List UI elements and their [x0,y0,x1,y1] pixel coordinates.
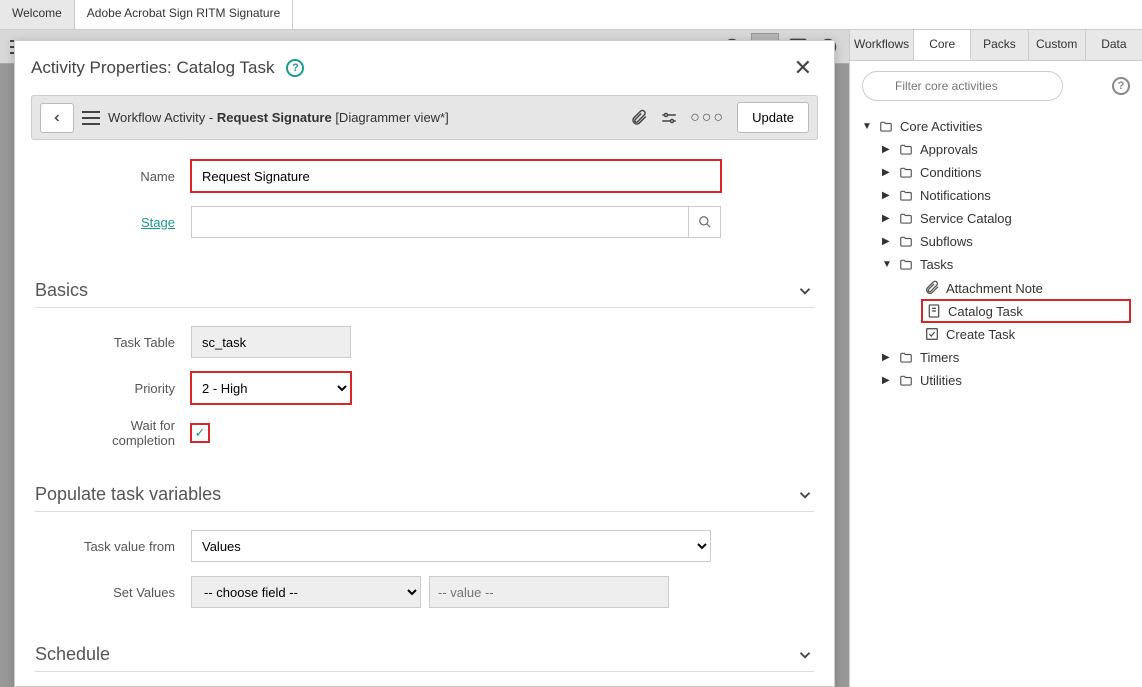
arrow-right-icon: ▶ [882,190,894,201]
tree-timers[interactable]: ▶ Timers [882,346,1130,369]
section-schedule-header[interactable]: Schedule [35,644,814,672]
tree-label: Create Task [946,327,1015,342]
tree-catalog-task[interactable]: Catalog Task [922,300,1130,322]
wait-for-completion-checkbox[interactable]: ✓ [191,424,209,442]
tab-adobe-sign[interactable]: Adobe Acrobat Sign RITM Signature [75,0,293,29]
back-button[interactable] [40,103,74,133]
activity-toolbar: Workflow Activity - Request Signature [D… [31,95,818,140]
arrow-down-icon: ▼ [882,259,894,270]
activity-properties-modal: Activity Properties: Catalog Task ? ✕ Wo… [14,40,835,687]
task-value-from-select[interactable]: Values [191,530,711,562]
arrow-right-icon: ▶ [882,352,894,363]
folder-icon [898,235,914,249]
tree-notifications[interactable]: ▶ Notifications [882,184,1130,207]
checkbox-icon [924,326,940,342]
attachment-icon[interactable] [630,109,648,127]
arrow-right-icon: ▶ [882,375,894,386]
tree-label: Catalog Task [948,304,1023,319]
tree-approvals[interactable]: ▶ Approvals [882,138,1130,161]
close-icon[interactable]: ✕ [788,55,818,81]
more-options-icon[interactable]: ○○○ [690,109,725,127]
tree-create-task[interactable]: Create Task [922,322,1130,346]
stage-input[interactable] [191,206,689,238]
tree-label: Utilities [920,373,962,388]
folder-icon [898,351,914,365]
name-input[interactable] [191,160,721,192]
task-value-from-label: Task value from [65,539,175,554]
task-icon [926,303,942,319]
folder-icon [898,189,914,203]
filter-activities-input[interactable] [862,71,1063,101]
settings-sliders-icon[interactable] [660,109,678,127]
stage-label[interactable]: Stage [65,215,175,230]
folder-icon [898,258,914,272]
tree-label: Notifications [920,188,991,203]
arrow-right-icon: ▶ [882,213,894,224]
section-populate-title: Populate task variables [35,484,221,505]
folder-icon [898,166,914,180]
section-basics-header[interactable]: Basics [35,280,814,308]
arrow-right-icon: ▶ [882,144,894,155]
priority-label: Priority [65,381,175,396]
task-table-input [191,326,351,358]
section-basics-title: Basics [35,280,88,301]
folder-icon [898,374,914,388]
wait-for-completion-label: Wait for completion [65,418,175,448]
folder-icon [898,212,914,226]
tab-packs[interactable]: Packs [971,30,1028,60]
update-button[interactable]: Update [737,102,809,133]
tree-label: Core Activities [900,119,982,134]
tab-custom[interactable]: Custom [1029,30,1086,60]
right-panel: Workflows Core Packs Custom Data ? ▼ Cor… [850,30,1142,687]
tree-core-activities[interactable]: ▼ Core Activities [862,115,1130,138]
chevron-down-icon [796,486,814,504]
section-schedule-title: Schedule [35,644,110,665]
chevron-down-icon [796,646,814,664]
tree-conditions[interactable]: ▶ Conditions [882,161,1130,184]
menu-icon[interactable] [82,111,100,125]
tree-subflows[interactable]: ▶ Subflows [882,230,1130,253]
tab-data[interactable]: Data [1086,30,1142,60]
tab-workflows[interactable]: Workflows [850,30,914,60]
set-values-value-input[interactable] [429,576,669,608]
activities-tree: ▼ Core Activities ▶ Approvals ▶ Conditio… [850,111,1142,404]
tree-label: Subflows [920,234,973,249]
name-label: Name [65,169,175,184]
chevron-down-icon [796,282,814,300]
tree-label: Conditions [920,165,981,180]
set-values-field-select[interactable]: -- choose field -- [191,576,421,608]
help-icon[interactable]: ? [286,59,304,77]
priority-select[interactable]: 2 - High [191,372,351,404]
modal-title: Activity Properties: Catalog Task [31,58,274,78]
tree-label: Timers [920,350,959,365]
tree-service-catalog[interactable]: ▶ Service Catalog [882,207,1130,230]
workflow-canvas: Adobe Sign RITM Signature - Checked out … [0,30,850,687]
stage-lookup-button[interactable] [689,206,721,238]
folder-icon [878,120,894,134]
task-table-label: Task Table [65,335,175,350]
arrow-down-icon: ▼ [862,121,874,132]
tree-utilities[interactable]: ▶ Utilities [882,369,1130,392]
attachment-icon [924,280,940,296]
tree-label: Service Catalog [920,211,1012,226]
section-populate-header[interactable]: Populate task variables [35,484,814,512]
folder-icon [898,143,914,157]
activity-title: Workflow Activity - Request Signature [D… [108,110,449,125]
tree-label: Approvals [920,142,978,157]
tab-core[interactable]: Core [914,30,971,60]
tree-label: Tasks [920,257,953,272]
tab-welcome[interactable]: Welcome [0,0,75,29]
arrow-right-icon: ▶ [882,167,894,178]
tree-label: Attachment Note [946,281,1043,296]
arrow-right-icon: ▶ [882,236,894,247]
tree-attachment-note[interactable]: Attachment Note [922,276,1130,300]
set-values-label: Set Values [65,585,175,600]
tree-tasks[interactable]: ▼ Tasks [882,253,1130,276]
help-icon[interactable]: ? [1112,77,1130,95]
